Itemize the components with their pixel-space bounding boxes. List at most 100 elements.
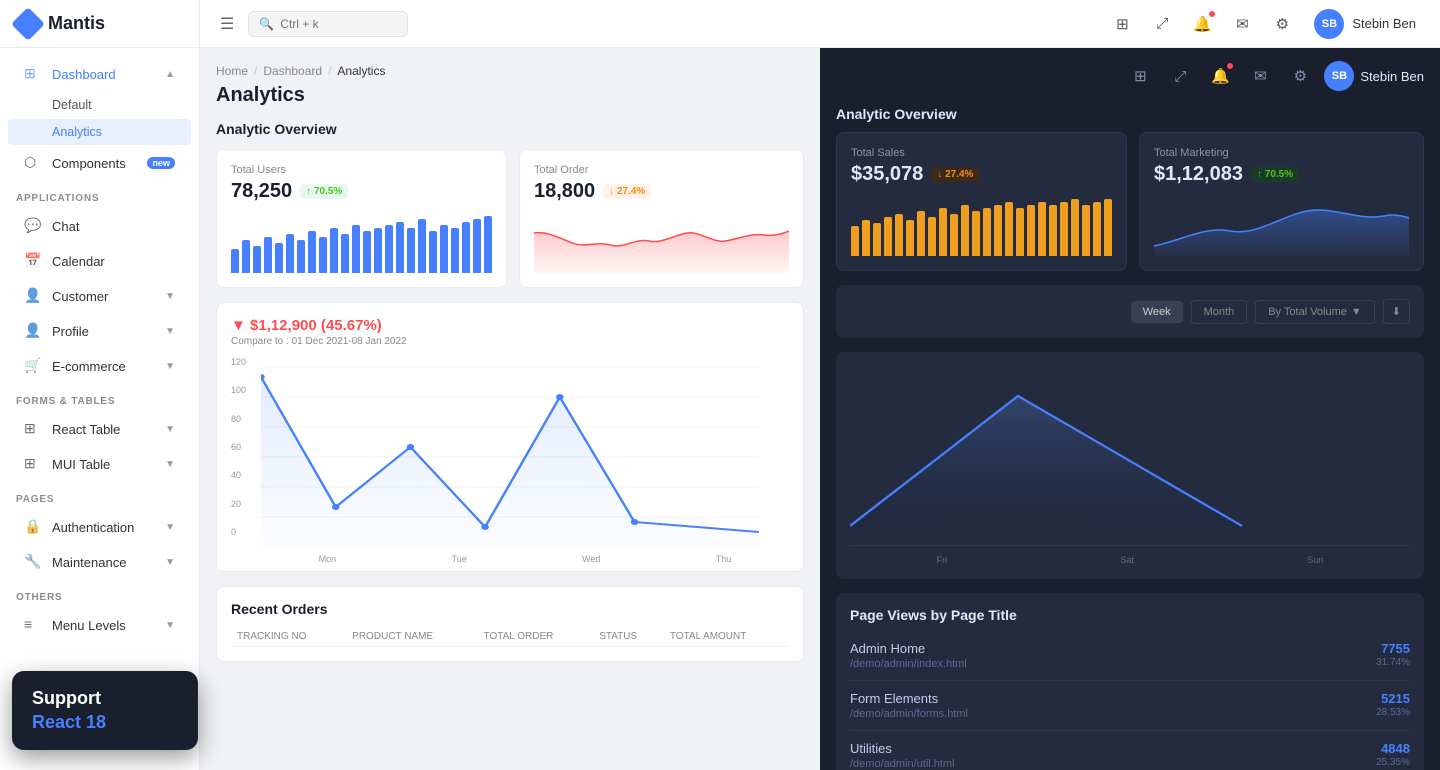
income-compare: Compare to : 01 Dec 2021-08 Jan 2022 [231, 336, 407, 347]
pv-stats: 4848 25.35% [1376, 741, 1410, 768]
card-value-marketing: $1,12,083 [1154, 163, 1243, 186]
notifications-button[interactable]: 🔔 [1186, 8, 1218, 40]
mui-table-icon: ⊞ [24, 455, 42, 473]
dark-chart-area: Fri Sat Sun [836, 352, 1424, 579]
sidebar-item-menu-levels[interactable]: ≡ Menu Levels ▼ [8, 608, 191, 642]
sidebar-item-react-table[interactable]: ⊞ React Table ▼ [8, 412, 191, 446]
grid-view-button[interactable]: ⊞ [1106, 8, 1138, 40]
dark-settings-button[interactable]: ⚙ [1284, 60, 1316, 92]
dark-topbar-icons: ⊞ ⤢ 🔔 ✉ ⚙ SB Stebin Ben [836, 60, 1424, 92]
dark-mail-button[interactable]: ✉ [1244, 60, 1276, 92]
download-button[interactable]: ⬇ [1383, 299, 1410, 324]
content-right: ⊞ ⤢ 🔔 ✉ ⚙ SB Stebin Ben Analytic Overvie… [820, 48, 1440, 770]
bar [983, 208, 991, 256]
sidebar-item-chat[interactable]: 💬 Chat [8, 209, 191, 243]
messages-button[interactable]: ✉ [1226, 8, 1258, 40]
col-tracking: TRACKING NO [231, 627, 346, 647]
sidebar-item-customer[interactable]: 👤 Customer ▼ [8, 279, 191, 313]
col-total-order: TOTAL ORDER [478, 627, 594, 647]
chat-label: Chat [52, 219, 79, 234]
user-profile-button[interactable]: SB Stebin Ben [1306, 5, 1424, 43]
sidebar: Mantis ⊞ Dashboard ▲ Default Analytics ⬡… [0, 0, 200, 770]
breadcrumb-dashboard[interactable]: Dashboard [263, 64, 322, 78]
section-forms: Forms & Tables [0, 384, 199, 411]
table-icon: ⊞ [24, 420, 42, 438]
pv-count: 7755 [1376, 641, 1410, 656]
col-product: PRODUCT NAME [346, 627, 477, 647]
marketing-area-chart [1154, 196, 1409, 256]
sidebar-sub-default[interactable]: Default [8, 92, 191, 118]
sidebar-item-authentication[interactable]: 🔒 Authentication ▼ [8, 510, 191, 544]
sidebar-item-components[interactable]: ⬡ Components new [8, 146, 191, 180]
card-value-order: 18,800 [534, 180, 595, 203]
income-controls-dark: Week Month By Total Volume ▼ ⬇ [836, 285, 1424, 338]
topbar-left: ☰ 🔍 [216, 10, 408, 38]
page-view-item[interactable]: Form Elements /demo/admin/forms.html 521… [850, 681, 1410, 731]
dark-notif-button[interactable]: 🔔 [1204, 60, 1236, 92]
bar [1049, 205, 1057, 256]
y-label-100: 100 [231, 385, 259, 395]
bar [462, 222, 470, 273]
bar [884, 217, 892, 256]
bar [1082, 205, 1090, 256]
chevron-down-icon2: ▼ [165, 326, 175, 337]
sidebar-item-mui-table[interactable]: ⊞ MUI Table ▼ [8, 447, 191, 481]
settings-button[interactable]: ⚙ [1266, 8, 1298, 40]
bar [1060, 202, 1068, 256]
bar [1038, 202, 1046, 256]
sidebar-item-profile[interactable]: 👤 Profile ▼ [8, 314, 191, 348]
bar [917, 211, 925, 256]
bar [895, 214, 903, 256]
bar [374, 228, 382, 273]
y-label-0: 0 [231, 527, 259, 537]
dark-user-name: Stebin Ben [1360, 69, 1424, 84]
notification-badge [1208, 10, 1216, 18]
pv-path: /demo/admin/index.html [850, 658, 1376, 670]
dark-fullscreen-button[interactable]: ⤢ [1164, 60, 1196, 92]
x-label-wed: Wed [582, 554, 600, 564]
page-view-item[interactable]: Utilities /demo/admin/util.html 4848 25.… [850, 731, 1410, 770]
search-box[interactable]: 🔍 [248, 11, 408, 37]
card-total-sales: Total Sales $35,078 ↓ 27.4% [836, 132, 1127, 271]
search-input[interactable] [280, 17, 397, 31]
card-label-order: Total Order [534, 164, 789, 176]
sidebar-item-ecommerce[interactable]: 🛒 E-commerce ▼ [8, 349, 191, 383]
support-widget: Support React 18 [12, 671, 198, 750]
chat-icon: 💬 [24, 217, 42, 235]
x-axis: Mon Tue Wed Thu [261, 554, 789, 564]
bar [473, 219, 481, 273]
sidebar-sub-analytics[interactable]: Analytics [8, 119, 191, 145]
profile-icon: 👤 [24, 322, 42, 340]
fullscreen-button[interactable]: ⤢ [1146, 8, 1178, 40]
chevron-down-icon7: ▼ [165, 557, 175, 568]
pv-info: Utilities /demo/admin/util.html [850, 741, 1376, 770]
page-views-title: Page Views by Page Title [850, 607, 1410, 623]
week-button[interactable]: Week [1131, 301, 1183, 323]
dark-x-fri: Fri [937, 555, 948, 565]
sidebar-item-maintenance[interactable]: 🔧 Maintenance ▼ [8, 545, 191, 579]
dark-grid-button[interactable]: ⊞ [1124, 60, 1156, 92]
pv-pct: 31.74% [1376, 657, 1410, 668]
bar [1005, 202, 1013, 256]
page-view-item[interactable]: Admin Home /demo/admin/index.html 7755 3… [850, 631, 1410, 681]
badge-sales: ↓ 27.4% [931, 167, 979, 182]
sidebar-item-calendar[interactable]: 📅 Calendar [8, 244, 191, 278]
dark-user-profile[interactable]: SB Stebin Ben [1324, 60, 1424, 92]
bar [319, 237, 327, 273]
menu-toggle-button[interactable]: ☰ [216, 10, 238, 38]
menu-icon: ≡ [24, 616, 42, 634]
order-area-chart [534, 213, 789, 273]
pv-count: 4848 [1376, 741, 1410, 756]
month-button[interactable]: Month [1191, 300, 1248, 324]
sidebar-item-dashboard[interactable]: ⊞ Dashboard ▲ [8, 57, 191, 91]
profile-label: Profile [52, 324, 89, 339]
react-table-label: React Table [52, 422, 120, 437]
card-label-users: Total Users [231, 164, 492, 176]
bar [396, 222, 404, 273]
bar [862, 220, 870, 256]
volume-button[interactable]: By Total Volume ▼ [1255, 300, 1375, 324]
bar [253, 246, 261, 273]
bar [451, 228, 459, 273]
pv-title: Form Elements [850, 691, 1376, 706]
breadcrumb-home[interactable]: Home [216, 64, 248, 78]
